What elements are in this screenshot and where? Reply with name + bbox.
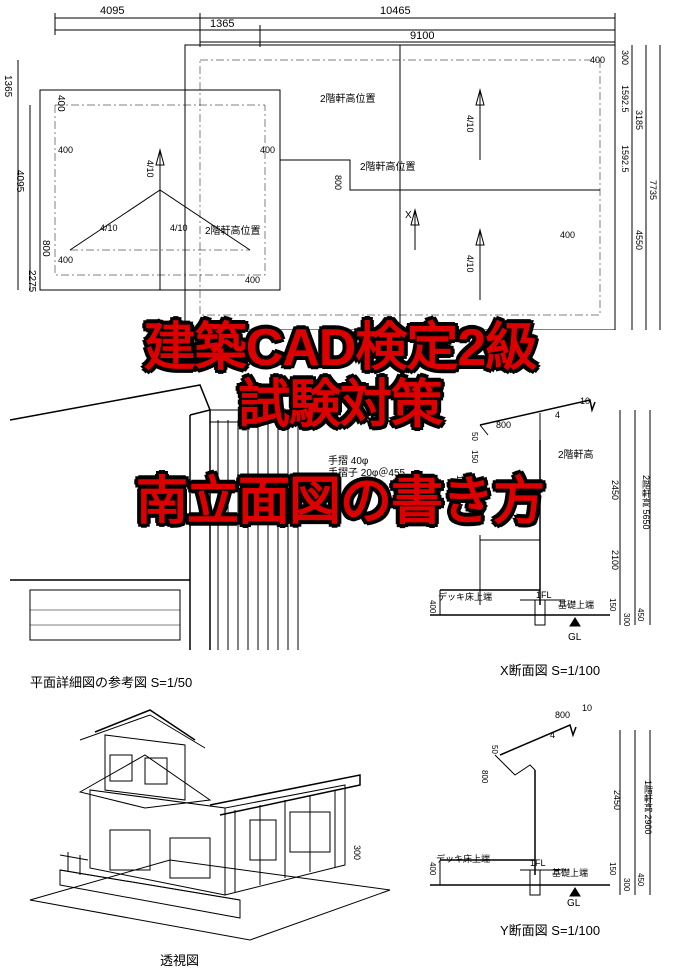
x-d450: 450: [636, 608, 645, 621]
dim-left-5: 800: [40, 240, 51, 257]
dim-left-2: 4095: [14, 170, 25, 192]
dim-left-3: 2275: [26, 270, 37, 292]
x-found: 基礎上端: [558, 598, 594, 611]
x-eave2f: 2階軒高: [558, 446, 594, 461]
y-1fl: 1FL: [530, 858, 546, 868]
dim-r-6: 7735: [648, 180, 658, 200]
note-eave-3: 2階軒高位置: [205, 222, 261, 237]
dim-400-d: 400: [245, 275, 260, 285]
dim-r-1: 300: [620, 50, 630, 65]
y-d50: 50: [490, 745, 499, 754]
x-d400: 400: [428, 600, 437, 613]
y-deck: デッキ床上端: [436, 852, 490, 865]
y-d4: 4: [550, 730, 555, 740]
dim-top-1: 4095: [100, 5, 124, 17]
drawing-canvas: 4095 10465 1365 9100 1365 4095 2275 400 …: [0, 0, 680, 972]
x-d300: 300: [622, 613, 631, 626]
x-deck: デッキ床上端: [438, 590, 492, 603]
y-d800: 800: [555, 710, 570, 720]
dim-r-3: 1592.5: [620, 145, 630, 173]
perspective-caption: 透視図: [160, 950, 199, 969]
dim-top-4: 9100: [410, 30, 434, 42]
y-d300: 300: [622, 878, 631, 891]
persp-d300: 300: [352, 845, 362, 860]
dim-r-4: 3185: [634, 110, 644, 130]
dim-400-a: 400: [58, 145, 73, 155]
dim-top-2: 10465: [380, 5, 411, 17]
y-section: [420, 700, 670, 930]
slope-2: 4/10: [100, 223, 118, 233]
dim-400-e: 400: [560, 230, 575, 240]
y-d800b: 800: [480, 770, 489, 783]
dim-r-5: 4550: [634, 230, 644, 250]
y-d150: 150: [608, 862, 617, 875]
slope-3: 4/10: [170, 223, 188, 233]
y-d400: 400: [428, 862, 437, 875]
x-d5650: 2階軒高 5650: [640, 475, 653, 530]
plan-detail-caption: 平面詳細図の参考図 S=1/50: [30, 672, 192, 691]
perspective-view: [10, 700, 410, 960]
x-1fl: 1FL: [536, 590, 552, 600]
x-d50: 50: [470, 432, 479, 441]
dim-400-f: 400: [590, 55, 605, 65]
x-d10: 10: [580, 396, 590, 406]
x-d2450: 2450: [610, 480, 620, 500]
handrail-note-2: 手摺子 20φ＠455: [328, 464, 405, 479]
x-d100: 100: [455, 475, 464, 488]
y-d2450: 2450: [612, 790, 622, 810]
note-eave-1: 2階軒高位置: [320, 90, 376, 105]
x-gl: GL: [568, 632, 581, 643]
dim-r-2: 1592.5: [620, 85, 630, 113]
dim-left-1: 1365: [2, 75, 13, 97]
y-gl: GL: [567, 898, 580, 909]
y-d450: 450: [636, 873, 645, 886]
arrow-x-label: X: [405, 210, 412, 221]
dim-left-4: 400: [55, 95, 66, 112]
y-found: 基礎上端: [552, 866, 588, 879]
x-section-caption: X断面図 S=1/100: [500, 660, 600, 679]
dim-800: 800: [333, 175, 343, 190]
x-d4: 4: [555, 410, 560, 420]
slope-1: 4/10: [145, 160, 155, 178]
y-d2900: 1階軒高 2900: [642, 780, 655, 835]
x-d2100: 2100: [610, 550, 620, 570]
x-d150b: 150: [608, 598, 617, 611]
slope-4: 4/10: [465, 115, 475, 133]
x-d150: 150: [470, 450, 479, 463]
note-eave-2: 2階軒高位置: [360, 158, 416, 173]
y-d10: 10: [582, 703, 592, 713]
x-section: [420, 390, 670, 670]
dim-400-c: 400: [58, 255, 73, 265]
plan-detail: [0, 380, 420, 660]
y-section-caption: Y断面図 S=1/100: [500, 920, 600, 939]
slope-5: 4/10: [465, 255, 475, 273]
dim-top-3: 1365: [210, 18, 234, 30]
dim-400-b: 400: [260, 145, 275, 155]
x-d800: 800: [496, 420, 511, 430]
roof-plan: [0, 0, 680, 330]
